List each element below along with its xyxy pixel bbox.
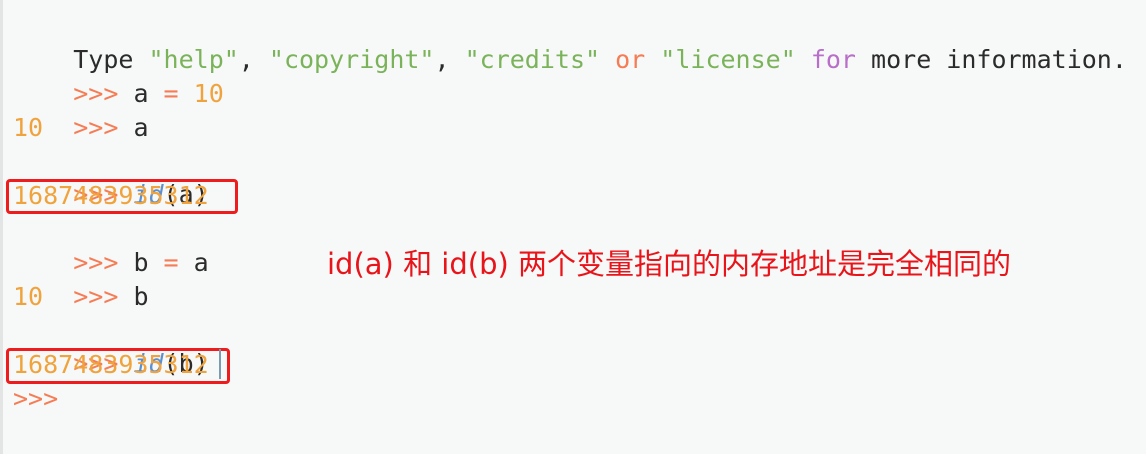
banner-or: or (615, 45, 646, 74)
banner-sep (796, 45, 811, 74)
python-shell-console[interactable]: Type "help", "copyright", "credits" or "… (0, 0, 1146, 454)
input-line: >>> a = 10 (13, 44, 224, 108)
banner-sep: , (434, 45, 465, 74)
input-line: >>> b = a (13, 213, 209, 277)
annotation-text: id(a) 和 id(b) 两个变量指向的内存地址是完全相同的 (327, 247, 1012, 281)
code-expr: a (133, 113, 149, 142)
banner-sep (600, 45, 615, 74)
input-prompt-current[interactable]: >>> (13, 382, 58, 415)
banner-license: "license" (660, 45, 796, 74)
banner-tail: more information. (855, 45, 1127, 74)
banner-for: for (810, 45, 856, 74)
highlight-box-id-b (6, 348, 230, 384)
code-assign: = (148, 248, 194, 277)
prompt: >>> (73, 282, 134, 311)
highlight-box-id-a (6, 179, 238, 214)
input-line: >>> a (13, 78, 148, 142)
input-line: >>> id(b) (13, 314, 208, 378)
input-line: >>> id(a) (13, 145, 208, 209)
banner-line: Type "help", "copyright", "credits" or "… (13, 10, 1127, 74)
code-assign: = (148, 79, 194, 108)
input-line: >>> b (13, 247, 148, 311)
banner-sep: , (238, 45, 269, 74)
banner-credits: "credits" (464, 45, 601, 74)
banner-copyright: "copyright" (268, 45, 435, 74)
output-line: 10 (13, 113, 44, 142)
code-number: 10 (193, 79, 224, 108)
banner-sep (645, 45, 660, 74)
code-var: a (193, 248, 209, 277)
output-line: 10 (13, 282, 44, 311)
prompt: >>> (73, 113, 134, 142)
code-expr: b (133, 282, 149, 311)
text-cursor (219, 349, 221, 379)
